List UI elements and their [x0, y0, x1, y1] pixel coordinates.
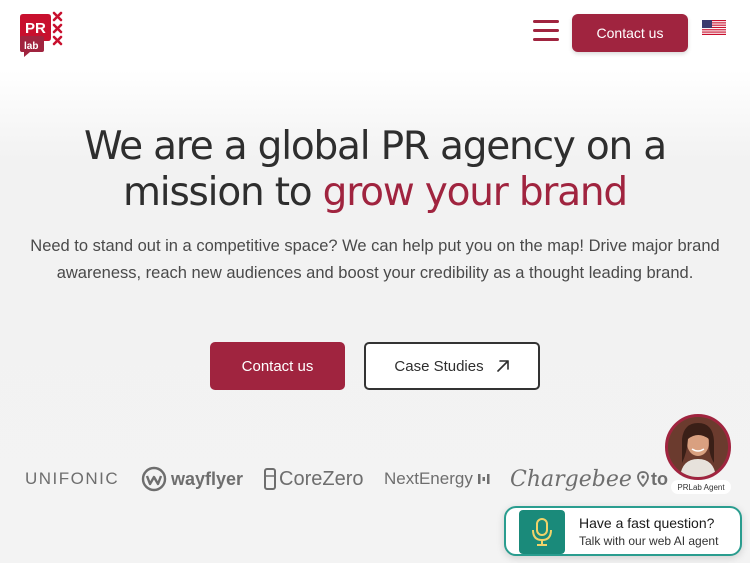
logo-unifonic: UNIFONIC — [25, 469, 120, 488]
case-studies-button[interactable]: Case Studies — [364, 342, 540, 390]
header-contact-button[interactable]: Contact us — [572, 14, 688, 52]
arrow-up-right-icon — [496, 360, 509, 372]
case-studies-label: Case Studies — [394, 357, 484, 375]
corezero-icon — [264, 468, 276, 490]
wayflyer-text: wayflyer — [171, 468, 244, 489]
chat-widget-title: Have a fast question? — [579, 515, 715, 531]
logo-text-lab: lab — [24, 41, 38, 52]
to-text: to — [651, 468, 668, 489]
microphone-icon[interactable] — [519, 510, 565, 554]
nextenergy-text: NextEnergy — [384, 469, 473, 488]
us-flag-icon[interactable] — [702, 20, 726, 35]
logo-wayflyer: wayflyer — [141, 462, 243, 496]
prlab-logo[interactable]: PR lab — [20, 10, 66, 58]
agent-avatar[interactable] — [665, 414, 731, 480]
chat-widget-subtitle: Talk with our web AI agent — [579, 534, 719, 548]
logo-text-pr: PR — [25, 20, 46, 37]
corezero-text: CoreZero — [279, 467, 364, 490]
agent-name-badge: PRLab Agent — [671, 480, 731, 494]
menu-hamburger-icon[interactable] — [533, 20, 559, 44]
site-header: PR lab Contact us — [0, 0, 750, 70]
logo-chargebee: Chargebee — [510, 466, 632, 492]
logo-nextenergy: NextEnergy — [384, 462, 491, 496]
hero-title-line2: mission to — [123, 170, 323, 215]
hero-subtitle: Need to stand out in a competitive space… — [30, 237, 720, 282]
hero-title: We are a global PR agency on a mission t… — [0, 124, 750, 216]
location-pin-icon — [637, 471, 649, 487]
hero-contact-button[interactable]: Contact us — [210, 342, 345, 390]
ai-agent-chat-widget[interactable]: Have a fast question? Talk with our web … — [504, 506, 742, 556]
wayflyer-icon — [141, 466, 167, 492]
nextenergy-bars-icon — [477, 474, 490, 484]
hero-title-line1: We are a global PR agency on a — [84, 124, 667, 169]
logo-corezero: CoreZero — [263, 462, 363, 496]
client-logos: UNIFONIC wayflyer CoreZero NextEnergy Ch… — [0, 462, 750, 496]
logo-to: to — [637, 462, 668, 496]
hero-title-accent: grow your brand — [322, 170, 629, 215]
